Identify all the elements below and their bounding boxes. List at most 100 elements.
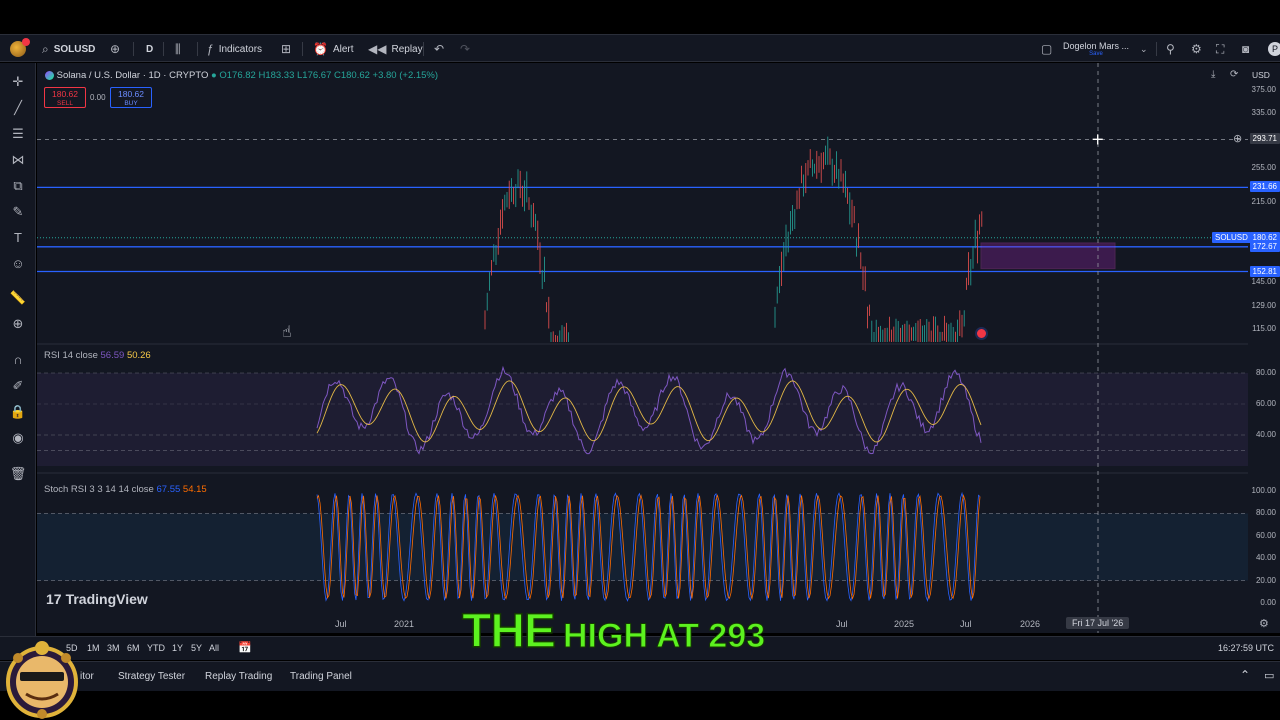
rsi-value: 56.59 xyxy=(100,350,125,361)
stoch-legend[interactable]: Stoch RSI 3 3 14 14 close 67.55 54.15 xyxy=(44,484,207,495)
event-flag-icon[interactable] xyxy=(975,327,988,340)
currency-button[interactable]: USD xyxy=(1252,70,1270,80)
chart-type-button[interactable]: ⫼ xyxy=(175,35,181,63)
replay-button[interactable]: ◀◀ Replay xyxy=(368,35,423,63)
buy-button[interactable]: 180.62 BUY xyxy=(110,87,152,108)
fib-icon[interactable]: ☰ xyxy=(8,124,28,144)
compare-button[interactable]: ⊕ xyxy=(110,35,120,63)
lock-icon[interactable]: 🔒 xyxy=(8,402,28,422)
crosshair-icon[interactable]: ✛ xyxy=(8,72,28,92)
brush-icon[interactable]: ✎ xyxy=(8,202,28,222)
rectangle-shape xyxy=(980,242,1116,270)
time-label: Jul xyxy=(335,619,347,629)
price-tick-label: 215.00 xyxy=(1251,197,1276,207)
time-label: 2025 xyxy=(894,619,915,629)
indicators-icon: ƒ xyxy=(207,42,214,56)
layout-name[interactable]: Dogelon Mars ... Save xyxy=(1063,35,1129,63)
range-1m[interactable]: 1M xyxy=(87,643,100,653)
chevron-down-icon: ⌄ xyxy=(1140,43,1148,54)
range-5y[interactable]: 5Y xyxy=(191,643,202,653)
chevron-up-icon[interactable]: ⌃ xyxy=(1240,668,1250,682)
clock[interactable]: 16:27:59 UTC xyxy=(1218,643,1274,653)
templates-button[interactable]: ⊞ xyxy=(281,35,291,63)
rsi-legend[interactable]: RSI 14 close 56.59 50.26 xyxy=(44,350,151,361)
alert-button[interactable]: ⏰ Alert xyxy=(313,35,354,63)
user-menu[interactable] xyxy=(10,35,30,63)
projection-icon[interactable]: ⧉ xyxy=(8,176,28,196)
interval-label: D xyxy=(146,43,154,55)
price-tick-label: 335.00 xyxy=(1251,107,1276,117)
redo-button[interactable]: ↷ xyxy=(460,35,470,63)
channel-logo xyxy=(6,641,78,719)
profile-button[interactable]: P xyxy=(1268,35,1280,63)
chart-pane[interactable]: + Solana / U.S. Dollar · 1D · CRYPTO ● O… xyxy=(37,63,1248,633)
settings-button[interactable]: ⚙ xyxy=(1191,35,1202,63)
tv-logo-icon: 17 xyxy=(46,591,62,607)
interval-button[interactable]: D xyxy=(146,35,153,63)
crosshair-date-label: Fri 17 Jul '26 xyxy=(1066,617,1130,629)
layout-menu[interactable]: ▢ xyxy=(1041,35,1052,63)
eye-icon[interactable]: ◉ xyxy=(8,428,28,448)
bottom-panel-tabs: itor Strategy Tester Replay Trading Trad… xyxy=(0,661,1280,691)
range-ytd[interactable]: YTD xyxy=(147,643,165,653)
price-scale[interactable]: USD 375.00 335.00 293.71 255.00 231.66 215.00… xyxy=(1248,63,1280,633)
layout-dropdown[interactable]: ⌄ xyxy=(1140,35,1148,63)
quick-search-button[interactable]: ⚲ xyxy=(1166,35,1175,63)
range-1y[interactable]: 1Y xyxy=(172,643,183,653)
user-avatar[interactable] xyxy=(10,38,30,57)
tab-strategy-tester[interactable]: Strategy Tester xyxy=(118,671,185,682)
indicators-button[interactable]: ƒ Indicators xyxy=(207,35,262,63)
fullscreen-button[interactable]: ⛶ xyxy=(1216,35,1224,63)
alarm-clock-icon: ⏰ xyxy=(313,42,328,56)
grid-icon: ⊞ xyxy=(281,42,292,56)
profile-letter: P xyxy=(1268,42,1280,56)
trash-icon[interactable]: 🗑 xyxy=(8,464,28,484)
camera-icon: ◙ xyxy=(1242,42,1250,56)
trend-line-icon[interactable]: ╱ xyxy=(8,98,28,118)
symbol-search[interactable]: ⌕ SOLUSD xyxy=(42,35,95,63)
tab-pine-editor[interactable]: itor xyxy=(80,671,94,682)
price-tick-label: 40.00 xyxy=(1255,430,1276,439)
buy-label: BUY xyxy=(124,100,138,107)
goto-date-icon[interactable]: 📅 xyxy=(238,641,252,654)
price-tick-label: 80.00 xyxy=(1255,368,1276,377)
ruler-icon[interactable]: 📏 xyxy=(8,288,28,308)
zoom-in-icon[interactable]: ⊕ xyxy=(8,314,28,334)
pattern-icon[interactable]: ⋈ xyxy=(8,150,28,170)
price-tick-label: 293.71 xyxy=(1249,133,1280,145)
buy-price: 180.62 xyxy=(118,89,144,99)
divider xyxy=(133,42,134,56)
undo-icon: ↶ xyxy=(434,42,445,56)
chart-canvas[interactable]: + xyxy=(37,63,1248,633)
emoji-icon[interactable]: ☺ xyxy=(8,254,28,274)
symbol-legend[interactable]: Solana / U.S. Dollar · 1D · CRYPTO ● O17… xyxy=(45,70,438,81)
chart-nav-sync-icon[interactable]: ⟳ xyxy=(1230,69,1238,80)
gear-icon: ⚙ xyxy=(1191,42,1202,56)
undo-button[interactable]: ↶ xyxy=(434,35,444,63)
rsi-band xyxy=(37,373,1248,466)
square-icon: ▢ xyxy=(1041,42,1053,56)
magnet-icon[interactable]: ∩ xyxy=(8,350,28,370)
sell-price: 180.62 xyxy=(52,89,78,99)
sell-button[interactable]: 180.62 SELL xyxy=(44,87,86,108)
add-alert-icon[interactable]: ⊕ xyxy=(1233,132,1242,145)
range-all[interactable]: All xyxy=(209,643,219,653)
maximize-panel-icon[interactable]: ▭ xyxy=(1264,669,1274,682)
range-3m[interactable]: 3M xyxy=(107,643,120,653)
range-6m[interactable]: 6M xyxy=(127,643,140,653)
stay-drawing-icon[interactable]: ✐ xyxy=(8,376,28,396)
tab-replay-trading[interactable]: Replay Trading xyxy=(205,671,272,682)
price-tick-label: 100.00 xyxy=(1251,486,1276,495)
text-icon[interactable]: T xyxy=(8,228,28,248)
price-tick-label: 152.81 xyxy=(1249,265,1280,277)
price-tick-label: 20.00 xyxy=(1255,575,1276,585)
tab-trading-panel[interactable]: Trading Panel xyxy=(290,671,352,682)
symbol-title: Solana / U.S. Dollar · 1D · CRYPTO xyxy=(56,70,209,81)
chart-nav-down-icon[interactable]: ⤓ xyxy=(1211,69,1215,80)
rsi-title: RSI 14 close xyxy=(44,350,98,361)
watermark-text: TradingView xyxy=(65,591,148,607)
sell-label: SELL xyxy=(57,100,73,107)
ohlc-values: O176.82 H183.33 L176.67 C180.62 +3.80 (+… xyxy=(219,70,439,81)
time-scale-settings-icon[interactable]: ⚙ xyxy=(1259,617,1269,630)
snapshot-button[interactable]: ◙ xyxy=(1242,35,1249,63)
